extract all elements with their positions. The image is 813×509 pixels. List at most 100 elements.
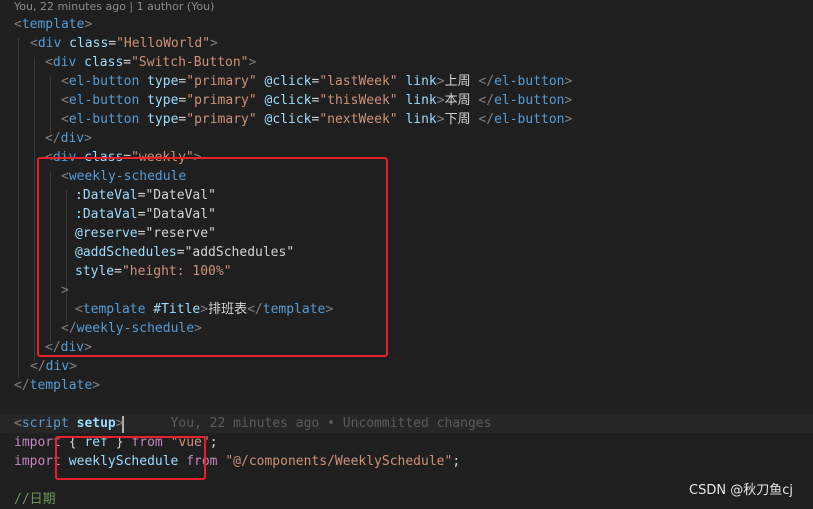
code-token: = <box>123 150 132 165</box>
code-token: > <box>210 36 218 51</box>
code-line[interactable]: :DateVal="DateVal" <box>0 186 216 205</box>
code-token: "height: 100%" <box>121 264 232 279</box>
code-token: </ <box>61 321 77 336</box>
code-token: type <box>147 93 179 108</box>
code-token: div <box>37 36 62 51</box>
code-line[interactable]: //日期 <box>0 490 56 509</box>
code-token: el-button <box>68 112 140 127</box>
code-line[interactable]: @reserve="reserve" <box>0 224 216 243</box>
code-line[interactable]: </template> <box>0 376 100 395</box>
code-token: > <box>248 55 257 70</box>
code-line[interactable]: </div> <box>0 129 92 148</box>
code-token: 下周 <box>444 112 479 127</box>
code-line[interactable]: <el-button type="primary" @click="lastWe… <box>0 72 572 91</box>
code-token: "@/components/WeeklySchedule" <box>225 454 453 469</box>
code-token: #Title <box>153 302 201 317</box>
code-line[interactable]: <div class="Switch-Button"> <box>0 53 256 72</box>
code-token: > <box>84 131 92 146</box>
code-line[interactable]: import weeklySchedule from "@/components… <box>0 452 460 471</box>
code-token: "weekly" <box>131 150 194 165</box>
code-token: div <box>52 55 77 70</box>
code-token: > <box>564 112 573 127</box>
code-token: from <box>186 454 218 469</box>
code-token: ; <box>452 454 461 469</box>
code-token: "DataVal" <box>145 207 216 222</box>
code-token: = <box>108 36 117 51</box>
code-token: </ <box>45 131 61 146</box>
code-token: > <box>325 302 334 317</box>
code-token: type <box>147 74 179 89</box>
code-token: 上周 <box>444 74 479 89</box>
code-line[interactable] <box>0 471 14 490</box>
code-token: ref <box>84 435 108 450</box>
code-token: "Switch-Button" <box>131 55 249 70</box>
code-token: { <box>60 435 85 450</box>
code-token: el-button <box>494 74 565 89</box>
code-line[interactable]: </weekly-schedule> <box>0 319 202 338</box>
code-token: weekly-schedule <box>68 169 187 184</box>
code-token: > <box>92 378 101 393</box>
code-token: weekly-schedule <box>76 321 195 336</box>
code-token: "addSchedules" <box>184 245 295 260</box>
code-line[interactable]: <template> <box>0 15 92 34</box>
code-token: ; <box>209 435 218 450</box>
code-token: > <box>200 302 209 317</box>
code-token: "primary" <box>186 74 257 89</box>
code-token: < <box>14 416 22 431</box>
code-line[interactable]: <div class="HelloWorld"> <box>0 34 218 53</box>
code-token: = <box>123 55 132 70</box>
code-token: > <box>84 340 92 355</box>
code-line[interactable]: <div class="weekly"> <box>0 148 202 167</box>
code-token: "primary" <box>186 112 257 127</box>
code-line[interactable]: @addSchedules="addSchedules" <box>0 243 294 262</box>
code-token: "nextWeek" <box>319 112 398 127</box>
code-line[interactable]: <el-button type="primary" @click="nextWe… <box>0 110 572 129</box>
code-token: > <box>84 17 93 32</box>
code-token: setup <box>76 416 116 431</box>
code-token: < <box>61 112 69 127</box>
codelens-blame-header[interactable]: You, 22 minutes ago | 1 author (You) <box>14 0 214 14</box>
code-token: < <box>61 169 69 184</box>
code-line[interactable]: </div> <box>0 338 92 357</box>
code-line[interactable]: </div> <box>0 357 77 376</box>
code-line[interactable]: <weekly-schedule <box>0 167 186 186</box>
code-token: div <box>45 359 70 374</box>
code-token: @reserve <box>75 226 138 241</box>
code-token: class <box>84 55 124 70</box>
code-token: = <box>114 264 122 279</box>
code-token: = <box>176 245 185 260</box>
code-token: "HelloWorld" <box>116 36 211 51</box>
code-line[interactable]: <template #Title>排班表</template> <box>0 300 333 319</box>
code-line[interactable]: import { ref } from "vue"; <box>0 433 218 452</box>
code-line[interactable]: style="height: 100%" <box>0 262 232 281</box>
code-token: type <box>147 112 179 127</box>
code-token: el-button <box>494 93 565 108</box>
code-token: link <box>405 74 437 89</box>
code-token: > <box>564 74 573 89</box>
code-token: < <box>45 150 53 165</box>
code-token: template <box>29 378 93 393</box>
code-token: import <box>14 454 61 469</box>
code-token: "DateVal" <box>145 188 216 203</box>
code-line[interactable]: :DataVal="DataVal" <box>0 205 216 224</box>
code-line[interactable] <box>0 395 14 414</box>
code-token: </ <box>247 302 263 317</box>
code-line[interactable]: <el-button type="primary" @click="thisWe… <box>0 91 572 110</box>
code-token: "vue" <box>170 435 210 450</box>
code-token: :DateVal <box>75 188 138 203</box>
code-token: </ <box>478 93 495 108</box>
code-line[interactable]: > <box>0 281 69 300</box>
code-editor[interactable]: You, 22 minutes ago | 1 author (You) <te… <box>0 0 813 507</box>
code-token: > <box>61 283 69 298</box>
